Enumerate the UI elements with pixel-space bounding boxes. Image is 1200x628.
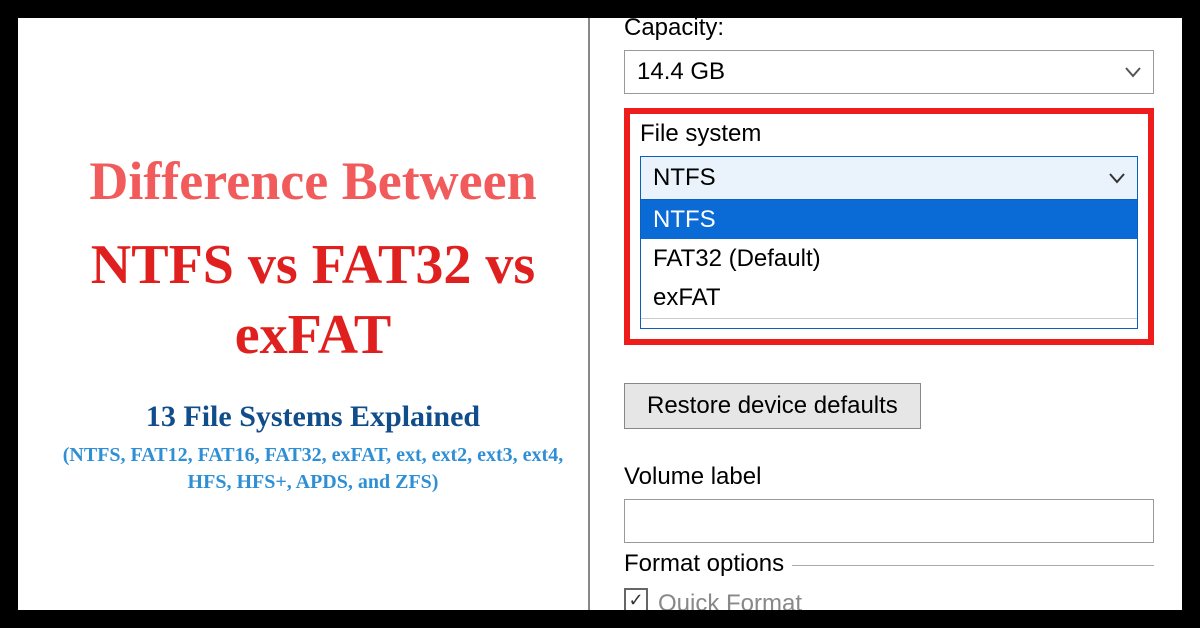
- subheadline-list: (NTFS, FAT12, FAT16, FAT32, exFAT, ext, …: [48, 442, 578, 496]
- volume-label-label: Volume label: [624, 463, 1154, 491]
- capacity-dropdown[interactable]: 14.4 GB: [624, 50, 1154, 94]
- chevron-down-icon: [1107, 168, 1127, 188]
- filesystem-selected-value: NTFS: [653, 164, 716, 192]
- quick-format-label: Quick Format: [658, 590, 802, 610]
- filesystem-highlight: File system NTFS NTFS FAT32 (Default) ex…: [624, 108, 1154, 345]
- format-options-label: Format options: [624, 550, 792, 578]
- filesystem-option-fat32[interactable]: FAT32 (Default): [641, 239, 1137, 278]
- filesystem-option-exfat[interactable]: exFAT: [641, 278, 1137, 317]
- filesystem-dropdown[interactable]: NTFS: [640, 156, 1138, 200]
- restore-defaults-button[interactable]: Restore device defaults: [624, 383, 921, 429]
- subheadline-count: 13 File Systems Explained: [48, 400, 578, 434]
- filesystem-options-list: NTFS FAT32 (Default) exFAT: [640, 200, 1138, 329]
- headline-difference: Difference Between: [48, 152, 578, 211]
- headline-filesystems: NTFS vs FAT32 vs exFAT: [48, 230, 578, 370]
- capacity-label: Capacity:: [624, 18, 1154, 42]
- format-options-group: Format options ✓ Quick Format: [624, 565, 1154, 610]
- title-panel: Difference Between NTFS vs FAT32 vs exFA…: [18, 18, 588, 610]
- filesystem-option-ntfs[interactable]: NTFS: [641, 200, 1137, 239]
- filesystem-option-cutoff: [641, 318, 1137, 328]
- volume-label-input[interactable]: [624, 499, 1154, 543]
- quick-format-checkbox[interactable]: ✓: [624, 588, 648, 610]
- quick-format-row[interactable]: ✓ Quick Format: [624, 586, 1154, 610]
- content-area: Difference Between NTFS vs FAT32 vs exFA…: [18, 18, 1182, 610]
- filesystem-label: File system: [640, 120, 1138, 148]
- format-dialog: Capacity: 14.4 GB File system NTFS NTFS: [588, 18, 1182, 610]
- outer-frame: Difference Between NTFS vs FAT32 vs exFA…: [0, 0, 1200, 628]
- capacity-value: 14.4 GB: [637, 58, 725, 86]
- chevron-down-icon: [1123, 62, 1143, 82]
